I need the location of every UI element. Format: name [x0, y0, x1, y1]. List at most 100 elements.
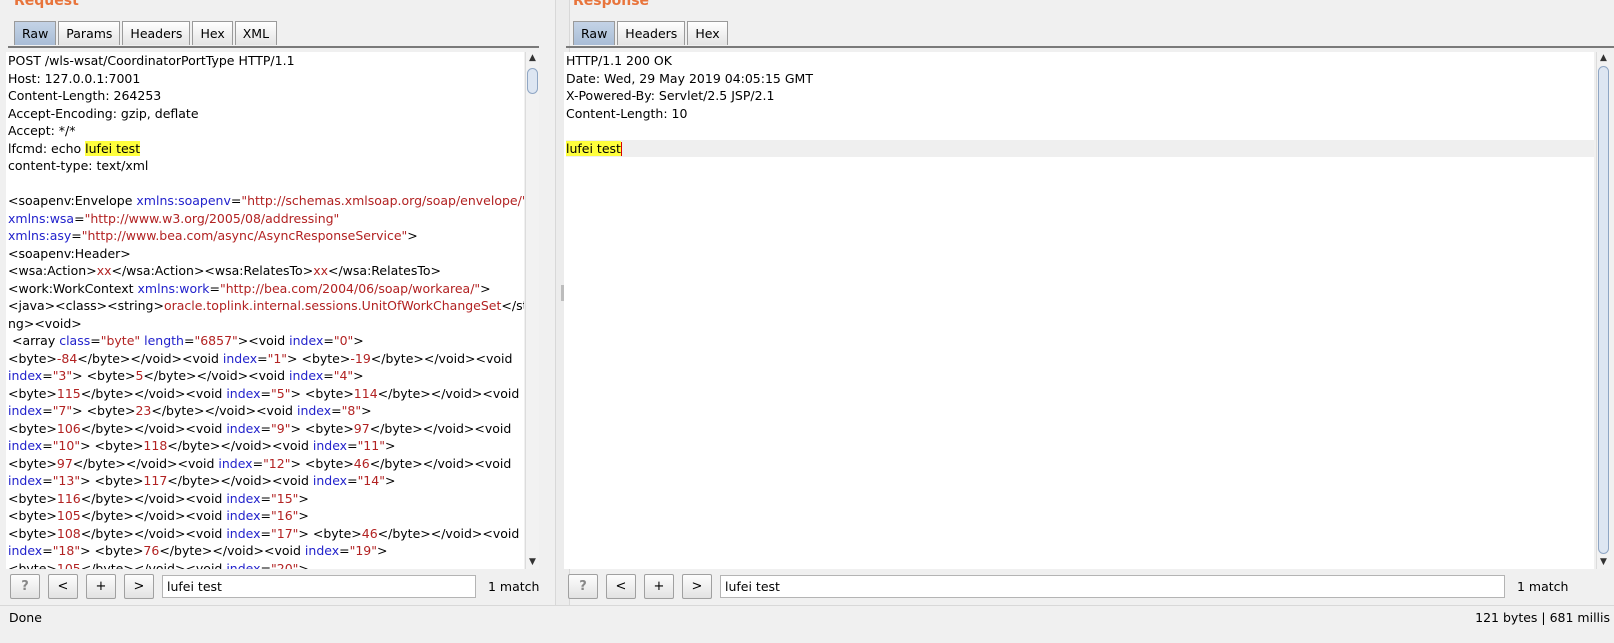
request-token: "13" — [52, 473, 81, 488]
request-token: </byte></void><void — [167, 438, 313, 453]
response-tabs: Raw Headers Hex — [573, 21, 728, 45]
request-token: </stri — [501, 298, 524, 313]
request-token: index — [218, 455, 253, 471]
response-search-input[interactable]: lufei test — [720, 574, 1505, 598]
response-line: lufei test — [566, 139, 1594, 157]
request-token: </byte></void><void — [369, 455, 512, 471]
response-prev-button[interactable]: < — [606, 573, 636, 599]
request-token: </wsa:RelatesTo> — [327, 263, 441, 278]
request-tab-hex[interactable]: Hex — [192, 21, 233, 45]
scroll-up-icon[interactable]: ▲ — [1597, 52, 1610, 65]
request-token: index — [312, 473, 348, 488]
response-next-button[interactable]: > — [682, 573, 712, 599]
request-token: <byte> — [8, 350, 57, 366]
request-token: </byte></void><void — [167, 473, 313, 488]
request-token: 108 — [56, 525, 81, 541]
response-scrollbar[interactable]: ▲ ▼ — [1596, 52, 1610, 569]
request-token: </byte></void><void — [151, 403, 297, 418]
request-token: 46 — [361, 525, 378, 541]
request-token: 115 — [56, 385, 81, 401]
request-token: index — [222, 350, 258, 366]
request-line: <byte>108</byte></void><void index="17">… — [8, 525, 524, 543]
request-help-button[interactable]: ? — [10, 573, 40, 599]
response-line: X-Powered-By: Servlet/2.5 JSP/2.1 — [566, 87, 1594, 105]
request-token: "16" — [271, 508, 299, 523]
request-token: class — [59, 333, 91, 348]
request-token: = — [260, 508, 272, 523]
response-tab-hex[interactable]: Hex — [687, 21, 728, 45]
request-token: = — [260, 385, 272, 401]
request-token: "3" — [52, 368, 73, 383]
status-bar: Done 121 bytes | 681 millis — [0, 605, 1614, 643]
request-token: index — [8, 438, 43, 453]
request-editor[interactable]: POST /wls-wsat/CoordinatorPortType HTTP/… — [6, 52, 524, 569]
request-title: Request — [14, 0, 79, 9]
request-token: </byte></void><void — [80, 490, 227, 506]
request-token: = — [339, 543, 350, 558]
request-line: <byte>106</byte></void><void index="9"> … — [8, 420, 524, 438]
request-token: -84 — [56, 350, 78, 366]
request-line: index="18"> <byte>76</byte></void><void … — [8, 542, 524, 560]
response-help-button[interactable]: ? — [568, 573, 598, 599]
request-token: > <byte> — [80, 543, 144, 558]
response-tab-headers[interactable]: Headers — [617, 21, 686, 45]
request-tab-params[interactable]: Params — [58, 21, 121, 45]
request-token: 114 — [353, 385, 378, 401]
scroll-down-icon[interactable]: ▼ — [526, 556, 539, 569]
request-line: Host: 127.0.0.1:7001 — [8, 70, 524, 88]
request-token: "http://bea.com/2004/06/soap/workarea/" — [219, 280, 481, 296]
search-highlight: lufei test — [85, 140, 141, 156]
request-tab-xml[interactable]: XML — [234, 21, 278, 45]
request-token: = — [331, 403, 342, 418]
request-line: lfcmd: echo lufei test — [8, 140, 524, 158]
request-tab-headers[interactable]: Headers — [122, 21, 191, 45]
response-scroll-thumb[interactable] — [1598, 66, 1609, 554]
request-token: index — [226, 490, 261, 506]
response-size-timing: 121 bytes | 681 millis — [1475, 610, 1610, 625]
request-token: <array — [8, 333, 60, 348]
request-line: xmlns:wsa="http://www.w3.org/2005/08/add… — [8, 210, 524, 228]
request-token: </byte></void><void — [72, 455, 219, 471]
response-tab-raw[interactable]: Raw — [573, 21, 616, 45]
request-line: index="7"> <byte>23</byte></void><void i… — [8, 402, 524, 420]
scroll-up-icon[interactable]: ▲ — [526, 52, 539, 65]
request-token: Host: 127.0.0.1:7001 — [8, 70, 141, 86]
request-tab-raw[interactable]: Raw — [14, 21, 57, 45]
scroll-down-icon[interactable]: ▼ — [1597, 556, 1610, 569]
response-editor[interactable]: HTTP/1.1 200 OK Date: Wed, 29 May 2019 04… — [564, 52, 1594, 569]
request-token: 117 — [143, 473, 168, 488]
request-token: > — [298, 490, 309, 506]
request-token: <wsa:Action> — [8, 263, 97, 278]
response-add-button[interactable]: + — [644, 573, 674, 599]
request-token: = — [71, 228, 82, 243]
request-token: index — [226, 525, 261, 541]
request-add-button[interactable]: + — [86, 573, 116, 599]
request-token: = — [257, 350, 268, 366]
request-scrollbar[interactable]: ▲ ▼ — [525, 52, 539, 569]
request-token: Content-Length: 264253 — [8, 88, 162, 103]
request-token: "7" — [52, 403, 73, 418]
request-token: </byte></void><void — [77, 350, 223, 366]
request-token: <soapenv:Header> — [8, 245, 131, 261]
request-token: > <byte> — [290, 420, 354, 436]
request-search-bar: ? < + > lufei test 1 match — [10, 571, 539, 601]
request-token: "19" — [349, 543, 378, 558]
request-token: > — [353, 333, 364, 348]
request-token: 106 — [56, 420, 81, 436]
request-token: <byte> — [8, 420, 57, 436]
request-search-input[interactable]: lufei test — [162, 574, 476, 598]
request-next-button[interactable]: > — [124, 573, 154, 599]
request-token: > <byte> — [80, 438, 144, 453]
request-line: <java><class><string>oracle.toplink.inte… — [8, 297, 524, 315]
request-line: xmlns:asy="http://www.bea.com/async/Asyn… — [8, 227, 524, 245]
request-token: </byte></void><void — [80, 420, 227, 436]
response-pane: Response Raw Headers Hex HTTP/1.1 200 OK… — [564, 0, 1614, 620]
request-prev-button[interactable]: < — [48, 573, 78, 599]
request-token: > — [384, 473, 396, 488]
request-scroll-thumb[interactable] — [527, 68, 538, 94]
request-token: "5" — [271, 385, 291, 401]
request-token: index — [304, 543, 340, 558]
request-token: </byte></void><void — [80, 560, 227, 570]
request-token: </byte></void><void — [143, 368, 290, 383]
response-line — [566, 122, 1594, 140]
